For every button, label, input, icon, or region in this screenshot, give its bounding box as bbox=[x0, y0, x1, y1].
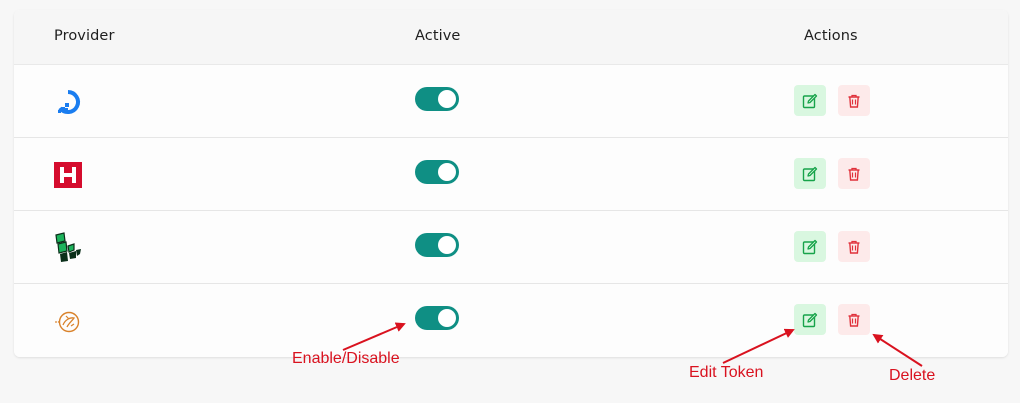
annotation-enable-disable: Enable/Disable bbox=[292, 350, 400, 367]
table-row bbox=[14, 284, 1008, 357]
edit-token-button[interactable] bbox=[794, 231, 826, 262]
toggle-knob bbox=[438, 309, 456, 327]
linode-icon bbox=[52, 232, 84, 264]
hetzner-icon bbox=[52, 159, 84, 191]
active-toggle[interactable] bbox=[415, 233, 459, 257]
delete-button[interactable] bbox=[838, 231, 870, 262]
delete-button[interactable] bbox=[838, 304, 870, 335]
toggle-knob bbox=[438, 236, 456, 254]
edit-token-button[interactable] bbox=[794, 158, 826, 189]
active-toggle[interactable] bbox=[415, 306, 459, 330]
table-row bbox=[14, 211, 1008, 284]
trash-icon bbox=[848, 94, 860, 108]
delete-button[interactable] bbox=[838, 158, 870, 189]
delete-button[interactable] bbox=[838, 85, 870, 116]
toggle-knob bbox=[438, 163, 456, 181]
edit-icon bbox=[802, 312, 818, 327]
annotation-edit-token: Edit Token bbox=[689, 364, 764, 381]
toggle-knob bbox=[438, 90, 456, 108]
active-toggle[interactable] bbox=[415, 160, 459, 184]
table-row bbox=[14, 138, 1008, 211]
column-header-actions: Actions bbox=[804, 28, 858, 44]
table-row bbox=[14, 65, 1008, 138]
edit-icon bbox=[802, 93, 818, 108]
edit-icon bbox=[802, 239, 818, 254]
edit-token-button[interactable] bbox=[794, 85, 826, 116]
column-header-active: Active bbox=[415, 28, 461, 44]
edit-token-button[interactable] bbox=[794, 304, 826, 335]
vultr-sun-icon bbox=[52, 305, 84, 337]
edit-icon bbox=[802, 166, 818, 181]
active-toggle[interactable] bbox=[415, 87, 459, 111]
digitalocean-icon bbox=[52, 86, 84, 118]
providers-table: Provider Active Actions bbox=[14, 10, 1008, 357]
trash-icon bbox=[848, 313, 860, 327]
trash-icon bbox=[848, 167, 860, 181]
table-header: Provider Active Actions bbox=[14, 10, 1008, 65]
column-header-provider: Provider bbox=[54, 28, 115, 44]
annotation-delete: Delete bbox=[889, 367, 936, 384]
trash-icon bbox=[848, 240, 860, 254]
